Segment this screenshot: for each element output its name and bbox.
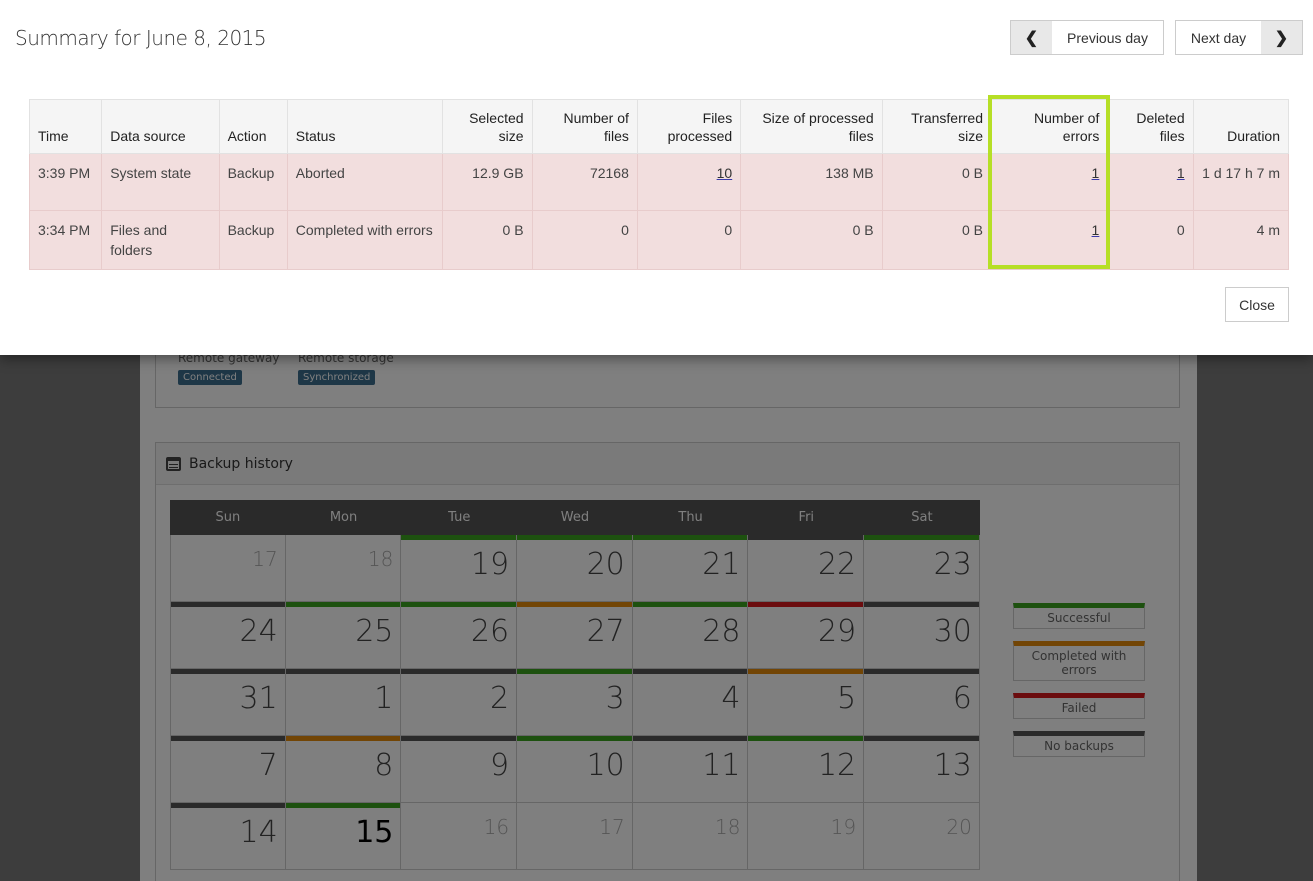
close-button[interactable]: Close — [1225, 287, 1289, 322]
detail-link[interactable]: 10 — [717, 165, 733, 181]
table-cell: 72168 — [531, 153, 638, 211]
summary-dialog: Summary for June 8, 2015 ❮ Previous day … — [0, 0, 1313, 355]
table-cell: 0 — [636, 210, 742, 270]
table-cell[interactable]: 1 — [990, 153, 1109, 211]
column-header: Files processed — [636, 99, 742, 154]
table-cell[interactable]: 1 — [1107, 153, 1194, 211]
table-cell[interactable]: 10 — [636, 153, 742, 211]
summary-table-header: Time Data source Action Status Selected size… — [28, 99, 1290, 154]
table-row: 3:39 PM System state Backup Aborted 12.9 GB 7… — [28, 153, 1290, 211]
table-cell[interactable]: 1 — [990, 210, 1109, 270]
dialog-title: Summary for June 8, 2015 — [15, 26, 267, 50]
table-cell: 0 B — [442, 210, 533, 270]
column-header: Number of files — [531, 99, 638, 154]
chevron-right-icon: ❯ — [1261, 21, 1302, 54]
table-cell: System state — [101, 153, 220, 211]
column-header: Duration — [1192, 99, 1290, 154]
column-header: Selected size — [442, 99, 533, 154]
column-header: Transferred size — [881, 99, 992, 154]
column-header: Status — [286, 99, 444, 154]
column-header: Number of errors — [990, 99, 1109, 154]
table-cell: Aborted — [286, 153, 444, 211]
next-day-button[interactable]: Next day ❯ — [1175, 20, 1303, 55]
detail-link[interactable]: 1 — [1092, 222, 1100, 238]
summary-table: Time Data source Action Status Selected size… — [28, 99, 1290, 270]
previous-day-button[interactable]: ❮ Previous day — [1010, 20, 1164, 55]
detail-link[interactable]: 1 — [1177, 165, 1185, 181]
table-cell: 0 B — [740, 210, 883, 270]
table-cell: 0 — [531, 210, 638, 270]
table-cell: 0 — [1107, 210, 1194, 270]
table-cell: Completed with errors — [286, 210, 444, 270]
table-cell: Backup — [218, 210, 288, 270]
table-cell: Files and folders — [101, 210, 220, 270]
table-cell: Backup — [218, 153, 288, 211]
table-cell: 3:34 PM — [28, 210, 103, 270]
detail-link[interactable]: 1 — [1092, 165, 1100, 181]
chevron-left-icon: ❮ — [1011, 21, 1052, 54]
table-cell: 4 m — [1192, 210, 1290, 270]
column-header: Size of processed files — [740, 99, 883, 154]
column-header: Deleted files — [1107, 99, 1194, 154]
table-cell: 0 B — [881, 210, 992, 270]
previous-day-label: Previous day — [1067, 29, 1148, 46]
column-header: Time — [28, 99, 103, 154]
table-cell: 3:39 PM — [28, 153, 103, 211]
table-row: 3:34 PM Files and folders Backup Completed … — [28, 210, 1290, 270]
table-cell: 12.9 GB — [442, 153, 533, 211]
table-cell: 1 d 17 h 7 m — [1192, 153, 1290, 211]
next-day-label: Next day — [1190, 29, 1247, 46]
summary-table-body: 3:39 PM System state Backup Aborted 12.9 GB 7… — [28, 153, 1290, 270]
table-cell: 138 MB — [740, 153, 883, 211]
column-header: Data source — [101, 99, 220, 154]
table-cell: 0 B — [881, 153, 992, 211]
column-header: Action — [218, 99, 288, 154]
